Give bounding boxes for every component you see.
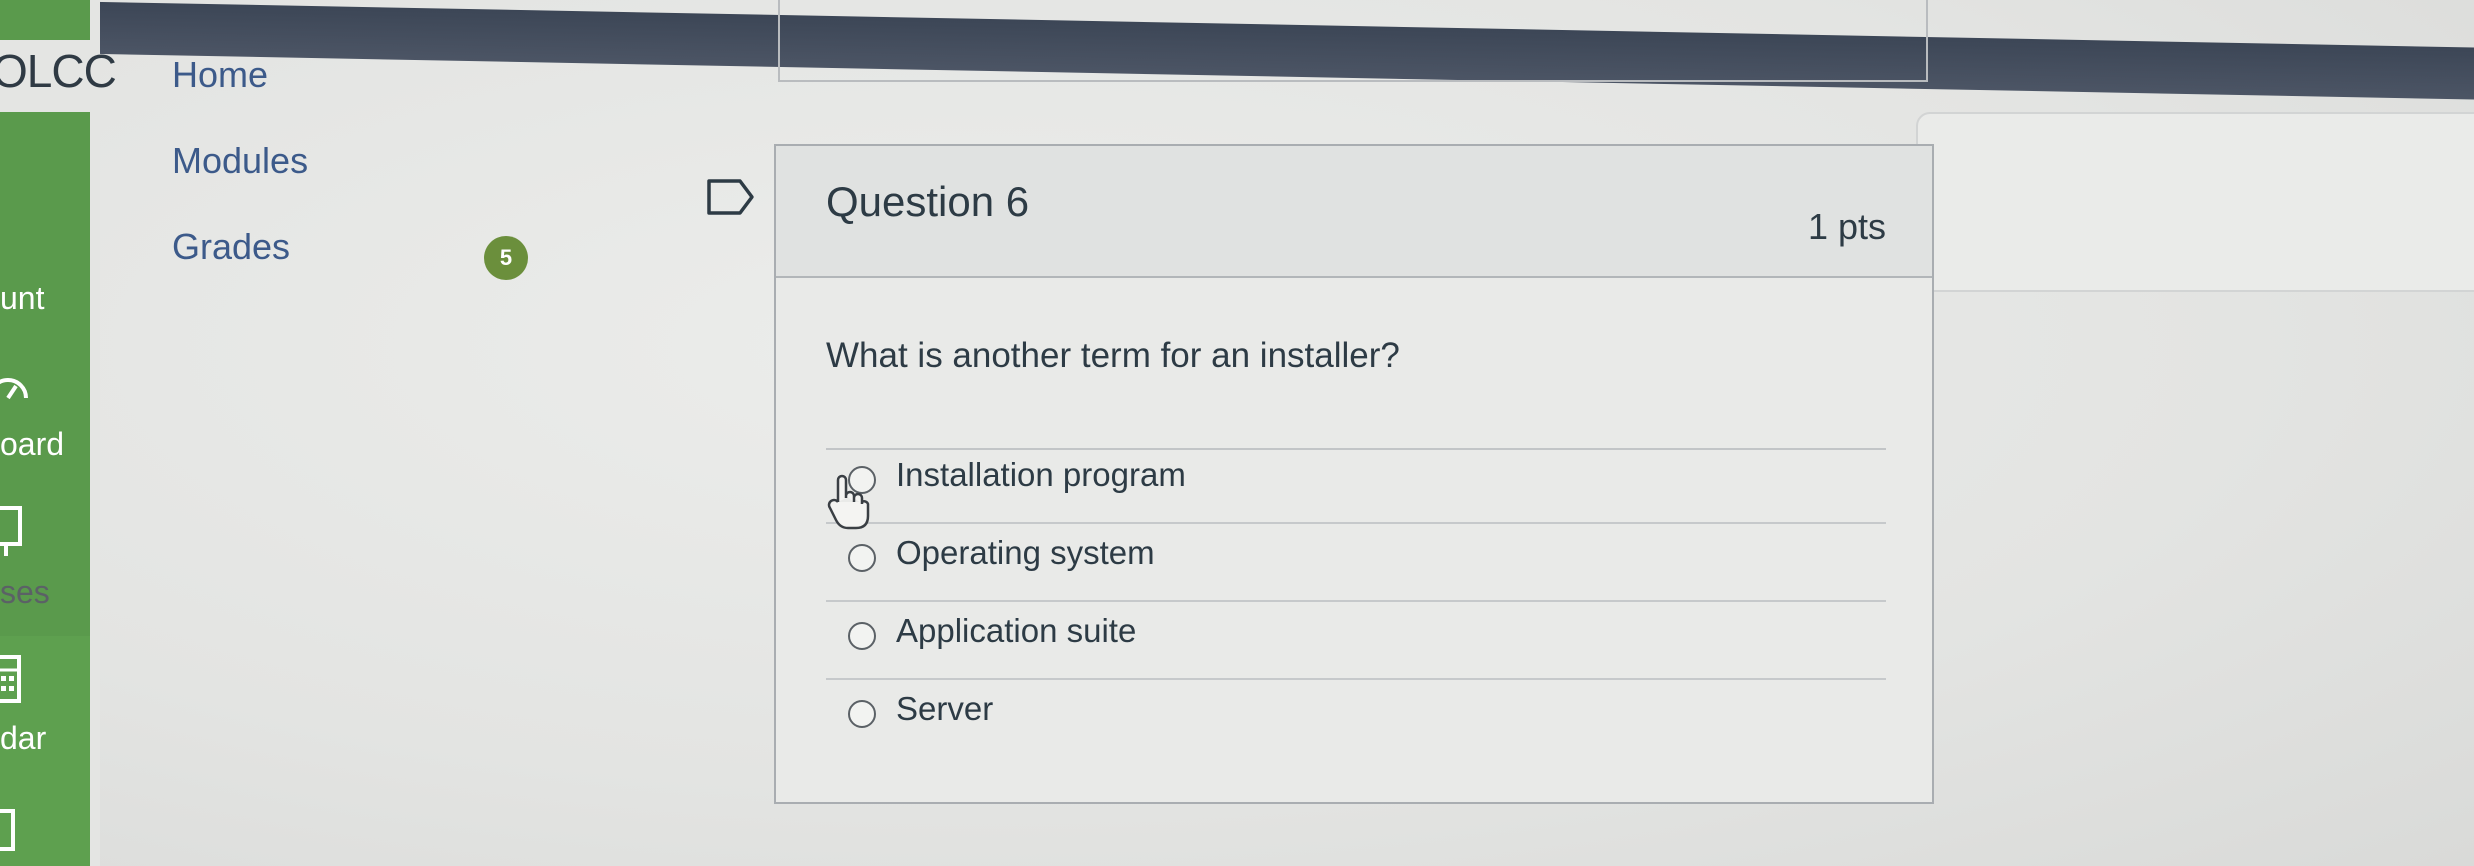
answer-option[interactable]: Operating system: [826, 524, 1886, 602]
question-points: 1 pts: [1807, 206, 1886, 247]
previous-question-box: [778, 0, 1928, 82]
radio-button[interactable]: [848, 622, 876, 650]
calendar-icon[interactable]: [0, 654, 22, 704]
answer-label[interactable]: Application suite: [896, 612, 1136, 650]
question-card: Question 6 1 pts What is another term fo…: [774, 144, 1934, 804]
course-nav-grades[interactable]: Grades: [172, 226, 290, 268]
answer-label[interactable]: Installation program: [896, 456, 1186, 494]
question-title: Question 6: [826, 178, 1030, 225]
global-nav-courses[interactable]: ses: [0, 574, 50, 611]
global-nav-top: [0, 0, 90, 40]
global-nav-account[interactable]: unt: [0, 280, 44, 317]
answer-option[interactable]: Application suite: [826, 602, 1886, 680]
answer-option[interactable]: Installation program: [826, 446, 1886, 524]
course-nav-home[interactable]: Home: [172, 54, 268, 96]
courses-icon[interactable]: [0, 506, 24, 558]
institution-logo[interactable]: OLCC: [0, 44, 117, 98]
quiz-side-panel: [1916, 112, 2474, 292]
hand-cursor-icon: [827, 474, 870, 530]
dashboard-icon[interactable]: [0, 368, 30, 412]
global-nav-dashboard[interactable]: oard: [0, 426, 64, 463]
flag-question-icon[interactable]: [706, 177, 756, 217]
global-navigation: OLCC unt oard ses dar: [0, 0, 117, 866]
answer-label[interactable]: Server: [896, 690, 993, 728]
question-text: What is another term for an installer?: [826, 336, 1400, 375]
global-nav-calendar[interactable]: dar: [0, 720, 46, 757]
radio-button[interactable]: [848, 700, 876, 728]
course-nav-modules[interactable]: Modules: [172, 140, 308, 182]
inbox-icon[interactable]: [0, 808, 16, 852]
answer-label[interactable]: Operating system: [896, 534, 1155, 572]
question-header: Question 6 1 pts: [776, 146, 1932, 278]
grades-count-badge: 5: [484, 236, 528, 280]
radio-button[interactable]: [848, 544, 876, 572]
answer-option[interactable]: Server: [826, 680, 1886, 756]
